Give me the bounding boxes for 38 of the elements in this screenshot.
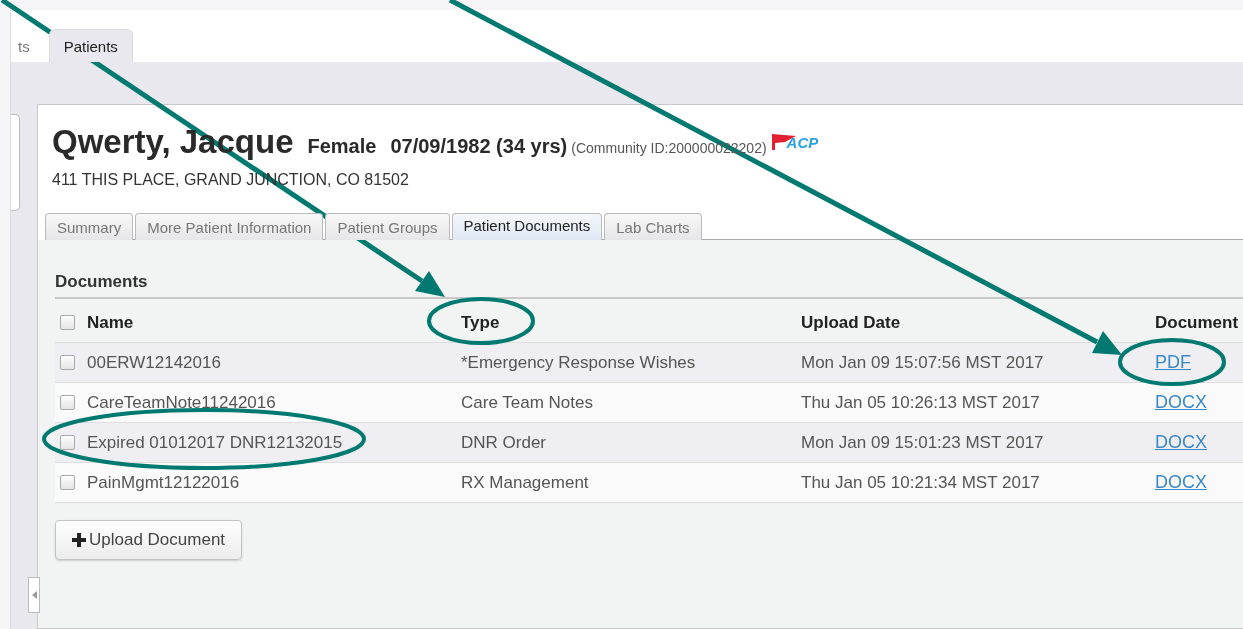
table-cell: Mon Jan 09 15:07:56 MST 2017	[801, 352, 1044, 373]
table-cell: 00ERW12142016	[87, 352, 221, 373]
patient-dob: 07/09/1982 (34 yrs)	[390, 135, 568, 158]
document-link[interactable]: DOCX	[1155, 432, 1207, 453]
column-header: Upload Date	[801, 312, 901, 333]
column-header: Document	[1155, 312, 1239, 333]
column-header: Type	[461, 312, 500, 333]
table-cell: Expired 01012017 DNR12132015	[87, 432, 343, 453]
document-link[interactable]: DOCX	[1155, 472, 1207, 493]
nav-tab[interactable]: ts	[3, 29, 45, 62]
table-cell: Thu Jan 05 10:21:34 MST 2017	[801, 472, 1040, 493]
table-cell: Thu Jan 05 10:26:13 MST 2017	[801, 392, 1040, 413]
table-cell: CareTeamNote11242016	[87, 392, 276, 413]
row-checkbox[interactable]	[60, 475, 75, 490]
row-checkbox[interactable]	[60, 435, 75, 450]
tab[interactable]: Patient Documents	[451, 213, 603, 240]
row-checkbox[interactable]	[60, 395, 75, 410]
column-header: Name	[87, 312, 134, 333]
document-link[interactable]: DOCX	[1155, 392, 1207, 413]
tab[interactable]: Summary	[45, 213, 134, 240]
upload-button[interactable]: Upload Document	[55, 520, 243, 560]
table-cell: DNR Order	[461, 432, 546, 453]
table-cell: *Emergency Response Wishes	[461, 352, 696, 373]
document-link[interactable]: PDF	[1155, 352, 1191, 373]
plus-icon	[72, 533, 86, 547]
collapse-handle[interactable]	[28, 577, 40, 613]
table-cell: Care Team Notes	[461, 392, 593, 413]
table-cell: Mon Jan 09 15:01:23 MST 2017	[801, 432, 1044, 453]
tab[interactable]: Patient Groups	[325, 213, 450, 240]
tab[interactable]: More Patient Information	[135, 213, 324, 240]
nav-tab[interactable]: Patients	[48, 29, 133, 62]
row-checkbox[interactable]	[60, 355, 75, 370]
acp-label: ACP	[786, 133, 819, 151]
select-all-checkbox[interactable]	[60, 315, 75, 330]
tab[interactable]: Lab Charts	[604, 213, 702, 240]
table-cell: RX Management	[461, 472, 589, 493]
table-cell: PainMgmt12122016	[87, 472, 240, 493]
patient-gender: Female	[307, 135, 377, 158]
